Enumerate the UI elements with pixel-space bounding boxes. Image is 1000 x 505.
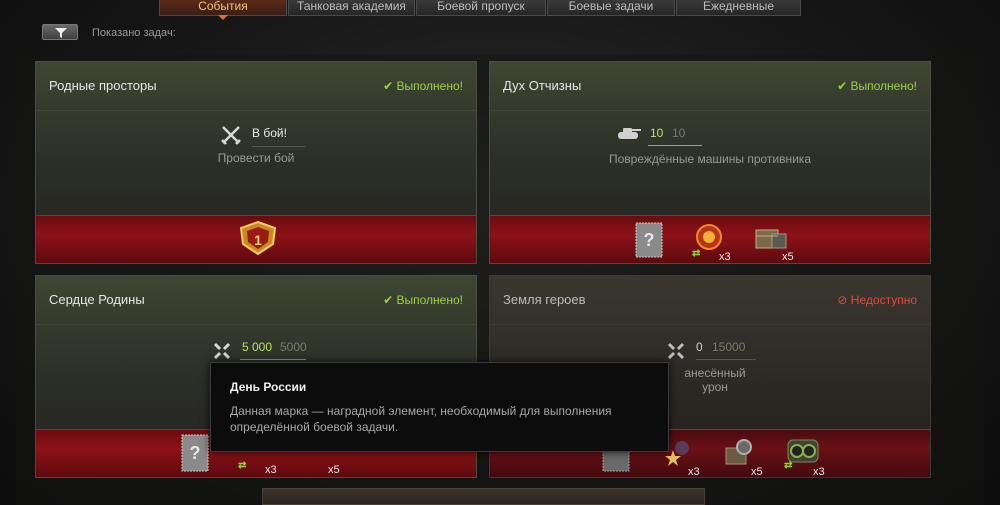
top-tab-bar: События Танковая академия Боевой пропуск…	[0, 0, 1000, 20]
reward-quantity: x5	[328, 464, 340, 476]
svg-text:?: ?	[644, 230, 655, 250]
reward-quantity: x5	[782, 251, 794, 263]
divider	[490, 110, 930, 111]
exchange-icon: ⇄	[238, 460, 247, 471]
condition-description: Провести бой	[217, 151, 295, 165]
shown-tasks-label: Показано задач:	[92, 27, 176, 39]
reward-quantity: x3	[265, 464, 277, 476]
condition-area: 10 10 Повреждённые машины противника	[490, 110, 930, 220]
mission-card-dukh-otchizny[interactable]: Дух Отчизны ✔ Выполнено! 10 10 Повреждён…	[489, 61, 931, 264]
tooltip-text: Данная марка — наградной элемент, необхо…	[230, 404, 612, 434]
condition-area: В бой! Провести бой	[36, 110, 476, 220]
reward-quantity: x3	[719, 251, 731, 263]
reward-quantity: x3	[813, 466, 825, 478]
crate-gear-icon[interactable]	[724, 438, 754, 466]
condition-progress-bar	[252, 146, 306, 147]
tab-battle-missions[interactable]: Боевые задачи	[547, 0, 675, 16]
progress-value: 10	[650, 126, 664, 140]
mission-card-rodnye-prostory[interactable]: Родные просторы ✔ Выполнено! В бой! Пров…	[35, 61, 477, 264]
rank-medal-icon[interactable]: 1	[237, 220, 279, 256]
status-unavailable: ⊘ Недоступно	[837, 293, 917, 307]
progress-value: 5 000	[242, 340, 273, 354]
crate-icon[interactable]	[754, 224, 788, 252]
condition-progress-bar	[696, 359, 756, 360]
mission-title: Сердце Родины	[49, 292, 145, 307]
tab-battle-pass[interactable]: Боевой пропуск	[416, 0, 546, 16]
stamp-icon[interactable]: ?	[635, 222, 663, 258]
status-completed: ✔ Выполнено!	[383, 293, 463, 307]
filter-button[interactable]	[42, 24, 78, 40]
medal-rank-number: 1	[254, 232, 262, 248]
reward-tooltip: День России Данная марка — наградной эле…	[210, 362, 669, 452]
next-card-edge	[262, 488, 705, 505]
tab-daily[interactable]: Ежедневные	[676, 0, 801, 16]
status-completed: ✔ Выполнено!	[837, 79, 917, 93]
rewards-strip: ? ⇄ x3 x5	[490, 215, 930, 263]
exchange-icon: ⇄	[784, 460, 793, 471]
divider	[36, 324, 476, 325]
progress-goal: 10	[672, 126, 686, 140]
mission-title: Дух Отчизны	[503, 78, 582, 93]
filter-icon	[55, 28, 67, 38]
progress-goal: 15000	[712, 340, 746, 354]
tab-tank-academy[interactable]: Танковая академия	[288, 0, 415, 16]
crossed-swords-icon	[221, 126, 241, 145]
svg-text:?: ?	[190, 443, 201, 463]
stamp-icon[interactable]: ?	[181, 434, 209, 472]
rewards-strip: 1	[36, 215, 476, 263]
condition-description: анесённый урон	[684, 366, 746, 394]
condition-progress-bar	[240, 359, 306, 360]
mission-title: Родные просторы	[49, 78, 157, 93]
reward-quantity: x3	[688, 466, 700, 478]
progress-value: 0	[696, 340, 703, 354]
reward-quantity: x5	[751, 466, 763, 478]
damaged-tank-icon	[618, 128, 641, 139]
progress-goal: 5000	[280, 340, 307, 354]
condition-label: В бой!	[252, 126, 287, 140]
status-completed: ✔ Выполнено!	[383, 79, 463, 93]
exchange-icon: ⇄	[692, 248, 701, 259]
divider	[36, 110, 476, 111]
condition-description: Повреждённые машины противника	[609, 152, 811, 166]
condition-progress-bar	[648, 145, 702, 146]
tooltip-title: День России	[230, 380, 307, 394]
damage-icon	[667, 342, 685, 360]
mission-title: Земля героев	[503, 292, 586, 307]
damage-icon	[213, 342, 231, 360]
tab-events[interactable]: События	[159, 0, 287, 20]
divider	[490, 324, 930, 325]
